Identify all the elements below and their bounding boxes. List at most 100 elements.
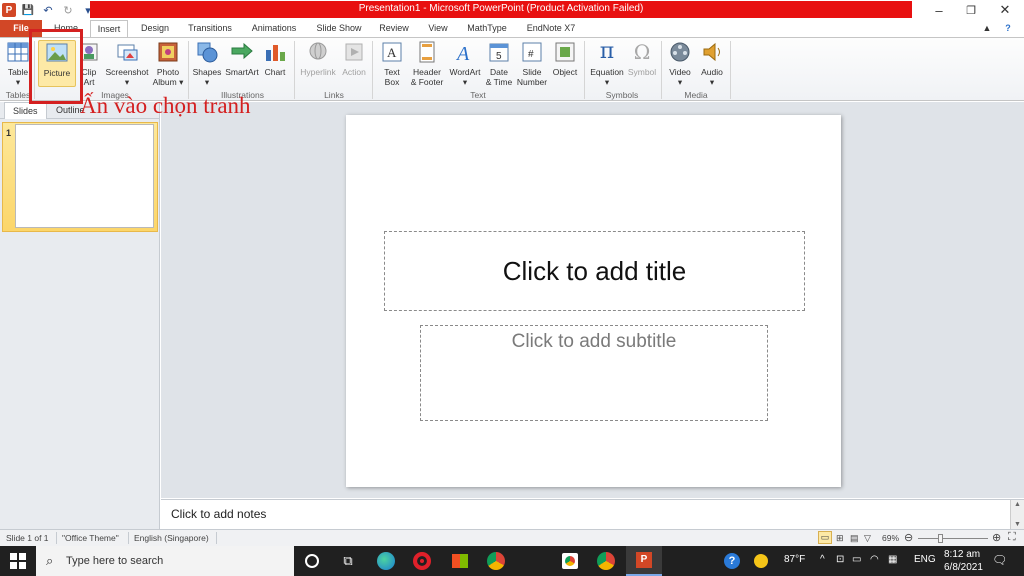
zoom-slider-thumb[interactable]	[938, 534, 943, 543]
slide-canvas[interactable]: Click to add title Click to add subtitle	[346, 115, 841, 487]
taskbar-search-box[interactable]: ⌕ Type here to search	[36, 546, 294, 576]
symbol-button[interactable]: Ω Symbol	[626, 40, 658, 90]
normal-view-icon[interactable]: ▭	[818, 531, 832, 544]
status-separator	[216, 532, 217, 544]
chrome-profile-icon[interactable]	[552, 546, 588, 576]
zoom-level[interactable]: 69%	[882, 533, 899, 543]
reading-view-icon[interactable]: ▤	[850, 533, 859, 544]
tab-insert[interactable]: Insert	[90, 20, 128, 38]
status-bar: Slide 1 of 1 "Office Theme" English (Sin…	[0, 529, 1024, 546]
minimize-button[interactable]: –	[922, 0, 956, 20]
save-icon[interactable]: 💾	[20, 2, 36, 18]
keyboard-icon[interactable]: ▦	[888, 554, 897, 565]
zoom-out-icon[interactable]: ⊖	[904, 531, 913, 544]
powerpoint-app-icon[interactable]: P	[2, 3, 16, 17]
pi-icon: π	[599, 39, 615, 64]
status-separator	[56, 532, 57, 544]
tab-design[interactable]: Design	[134, 20, 176, 37]
table-icon	[6, 40, 30, 64]
windows-logo-icon	[10, 553, 26, 569]
action-button[interactable]: Action	[340, 40, 368, 90]
video-button[interactable]: Video ▾	[666, 40, 694, 90]
input-language[interactable]: ENG	[914, 554, 936, 565]
redo-icon[interactable]: ↻	[60, 2, 76, 18]
weather-icon[interactable]	[752, 546, 770, 576]
edge-icon[interactable]	[368, 546, 404, 576]
annotation-text: Ấn vào chọn tranh	[80, 93, 251, 118]
shapes-button[interactable]: Shapes ▾	[192, 40, 222, 90]
tray-device-icon[interactable]: ⊡	[836, 554, 844, 565]
wordart-button[interactable]: A WordArt ▾	[448, 40, 482, 90]
photo-album-button[interactable]: Photo Album ▾	[152, 40, 184, 90]
equation-button[interactable]: π Equation ▾	[588, 40, 626, 90]
tab-slides[interactable]: Slides	[4, 102, 47, 119]
network-icon[interactable]: ▭	[852, 554, 861, 565]
title-placeholder[interactable]: Click to add title	[384, 231, 805, 311]
notifications-icon[interactable]: 🗨	[992, 553, 1007, 567]
group-separator	[372, 41, 373, 99]
help-icon[interactable]: ?	[998, 20, 1018, 37]
status-language[interactable]: English (Singapore)	[134, 533, 209, 543]
slideshow-view-icon[interactable]: ▽	[864, 533, 871, 544]
collapse-ribbon-icon[interactable]: ▲	[980, 20, 994, 37]
powerpoint-taskbar-icon[interactable]: P	[626, 546, 662, 576]
text-box-button[interactable]: A Text Box	[378, 40, 406, 90]
film-reel-icon	[668, 40, 692, 64]
group-separator	[661, 41, 662, 99]
group-label-links: Links	[324, 90, 344, 100]
quick-access-toolbar: P 💾 ↶ ↻ ▾	[0, 0, 96, 20]
status-theme[interactable]: "Office Theme"	[62, 533, 119, 543]
header-footer-button[interactable]: Header & Footer	[408, 40, 446, 90]
subtitle-placeholder[interactable]: Click to add subtitle	[420, 325, 768, 421]
restore-button[interactable]: ❐	[954, 0, 988, 20]
ribbon-insert: Table ▾ Picture Clip Art Screenshot ▾ Ph…	[0, 37, 1024, 101]
slide-thumbnail[interactable]	[15, 124, 154, 228]
tab-endnote[interactable]: EndNote X7	[520, 20, 582, 37]
audio-button[interactable]: Audio ▾	[698, 40, 726, 90]
shapes-icon	[195, 40, 219, 64]
wifi-icon[interactable]: ◠	[870, 554, 879, 565]
opera-icon[interactable]	[404, 546, 440, 576]
store-icon[interactable]	[442, 546, 478, 576]
hyperlink-button[interactable]: Hyperlink	[298, 40, 338, 90]
undo-icon[interactable]: ↶	[40, 2, 56, 18]
help-taskbar-icon[interactable]: ?	[714, 546, 750, 576]
chrome-alt-icon[interactable]	[588, 546, 624, 576]
zoom-slider-track[interactable]	[918, 538, 988, 539]
notes-scrollbar[interactable]: ▲ ▼	[1010, 500, 1024, 530]
svg-text:#: #	[528, 49, 534, 60]
chart-icon	[263, 40, 287, 64]
task-view-icon[interactable]: ⧉	[330, 546, 366, 576]
fit-to-window-icon[interactable]: ⛶	[1008, 531, 1016, 544]
speaker-icon	[700, 40, 724, 64]
clock-time[interactable]: 8:12 am	[944, 549, 980, 560]
table-button[interactable]: Table ▾	[4, 40, 32, 90]
temperature[interactable]: 87°F	[784, 554, 805, 565]
chrome-icon[interactable]	[478, 546, 514, 576]
slide-number-button[interactable]: # Slide Number	[516, 40, 548, 90]
object-button[interactable]: Object	[550, 40, 580, 90]
object-icon	[553, 40, 577, 64]
date-time-button[interactable]: 5 Date & Time	[484, 40, 514, 90]
tab-mathtype[interactable]: MathType	[462, 20, 512, 37]
status-slide-count: Slide 1 of 1	[6, 533, 49, 543]
cortana-icon[interactable]	[294, 546, 330, 576]
tab-review[interactable]: Review	[374, 20, 414, 37]
tray-chevron-icon[interactable]: ^	[820, 554, 825, 565]
close-button[interactable]: ✕	[988, 0, 1022, 20]
tab-slide-show[interactable]: Slide Show	[310, 20, 368, 37]
slide-sorter-icon[interactable]: ⊞	[836, 533, 844, 544]
hyperlink-icon	[306, 40, 330, 64]
tab-transitions[interactable]: Transitions	[182, 20, 238, 37]
start-button[interactable]	[0, 546, 36, 576]
chart-button[interactable]: Chart	[262, 40, 288, 90]
smartart-button[interactable]: SmartArt	[224, 40, 260, 90]
zoom-in-icon[interactable]: ⊕	[992, 531, 1001, 544]
calendar-icon: 5	[487, 40, 511, 64]
notes-pane[interactable]: Click to add notes ▲ ▼	[161, 499, 1024, 530]
screenshot-button[interactable]: Screenshot ▾	[104, 40, 150, 90]
tab-animations[interactable]: Animations	[246, 20, 302, 37]
tab-view[interactable]: View	[420, 20, 456, 37]
notes-placeholder[interactable]: Click to add notes	[171, 507, 266, 521]
clock-date[interactable]: 6/8/2021	[944, 562, 983, 573]
